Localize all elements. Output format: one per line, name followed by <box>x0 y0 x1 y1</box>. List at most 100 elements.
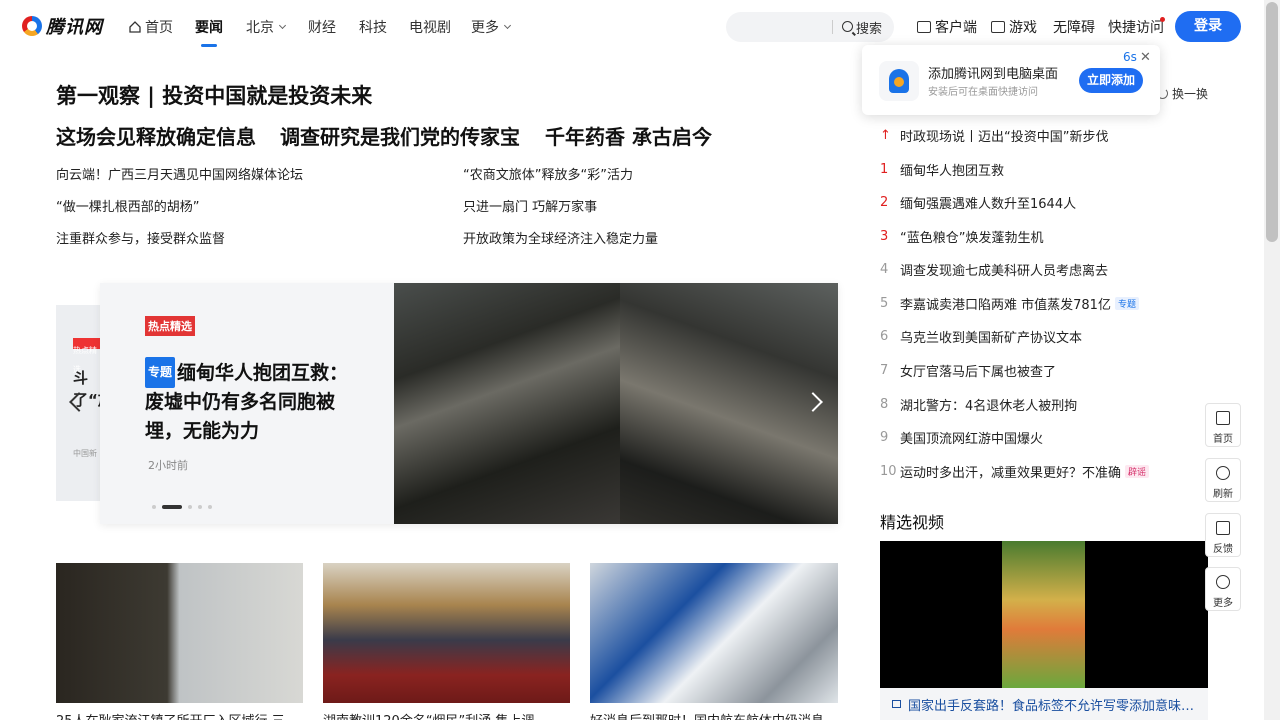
hot-list-item[interactable]: ↑ 时政现场说丨迈出“投资中国”新步伐 <box>880 126 1108 145</box>
hot-title: 缅甸华人抱团互救 <box>900 164 1005 179</box>
feedback-icon <box>1216 521 1230 535</box>
hot-title: 乌克兰收到美国新矿产协议文本 <box>900 331 1083 346</box>
news-thumbnail[interactable] <box>590 563 838 703</box>
hot-list-item[interactable]: 5 李嘉诚卖港口陷两难 市值蒸发781亿 专题 <box>880 294 1139 313</box>
client-label: 客户端 <box>935 20 977 36</box>
slide-tag: 热点精选 <box>73 338 103 374</box>
side-tool-refresh[interactable]: 刷新 <box>1205 458 1241 502</box>
nav-news[interactable]: 要闻 <box>195 17 223 47</box>
news-link[interactable]: 注重群众参与，接受群众监督 <box>56 228 225 247</box>
search-icon[interactable] <box>842 21 853 32</box>
thumbnail-caption[interactable]: 25人在耿家流江镇了所开厂入区域行 三 <box>56 712 303 720</box>
news-link[interactable]: 开放政策为全球经济注入稳定力量 <box>463 228 658 247</box>
video-caption[interactable]: 国家出手反套路！食品标签不允许写零添加意味… <box>880 688 1208 720</box>
quick-access-label: 快捷访问 <box>1108 20 1164 36</box>
hot-rank: 2 <box>880 195 889 210</box>
nav-news-label: 要闻 <box>195 20 223 36</box>
add-to-desktop-popup: 添加腾讯网到电脑桌面 安装后可在桌面快捷访问 立即添加 6s ✕ <box>862 45 1160 115</box>
slide-meta: 中国新 <box>73 449 97 458</box>
hot-list-item[interactable]: 6 乌克兰收到美国新矿产协议文本 <box>880 327 1082 346</box>
accessibility-label: 无障碍 <box>1053 20 1095 36</box>
home-icon <box>1216 411 1230 425</box>
nav-finance[interactable]: 财经 <box>308 17 336 37</box>
nav-tech-label: 科技 <box>359 20 387 36</box>
hot-list-item[interactable]: 2 缅甸强震遇难人数升至1644人 <box>880 193 1076 212</box>
chevron-down-icon <box>278 21 287 30</box>
logo-text: 腾讯网 <box>46 17 103 38</box>
accessibility-link[interactable]: 无障碍 <box>1053 17 1095 37</box>
pager-dot[interactable] <box>208 505 212 509</box>
side-tool-label: 首页 <box>1213 434 1233 445</box>
main-headline[interactable]: 第一观察 | 投资中国就是投资未来 <box>56 80 372 110</box>
thumbnail-caption[interactable]: 好消息后到那时！国内航东航体中级消息 <box>590 712 838 720</box>
add-now-button[interactable]: 立即添加 <box>1079 68 1143 93</box>
quick-access-link[interactable]: 快捷访问 <box>1108 17 1164 37</box>
close-icon[interactable]: ✕ <box>1140 50 1151 65</box>
carousel-active-slide[interactable]: 热点精选 专题 缅甸华人抱团互救：废墟中仍有多名同胞被埋，无能为力 2小时前 <box>100 283 838 524</box>
slide-tag: 热点精选 <box>145 316 195 336</box>
pager-dot[interactable] <box>188 505 192 509</box>
hot-list-item[interactable]: 7 女厅官落马后下属也被查了 <box>880 361 1056 380</box>
secondary-headline-1[interactable]: 这场会见释放确定信息 <box>56 121 256 150</box>
hot-rank: 8 <box>880 397 889 412</box>
hot-list-item[interactable]: 10 运动时多出汗，减重效果更好？不准确 辟谣 <box>880 462 1150 481</box>
side-tool-home[interactable]: 首页 <box>1205 403 1241 447</box>
secondary-headline-3[interactable]: 千年药香 承古启今 <box>545 121 712 150</box>
pager-dot[interactable] <box>152 505 156 509</box>
hot-title: “蓝色粮仓”焕发蓬勃生机 <box>900 231 1044 246</box>
hot-list-item[interactable]: 4 调查发现逾七成美科研人员考虑离去 <box>880 260 1108 279</box>
hot-list-item[interactable]: 1 缅甸华人抱团互救 <box>880 160 1004 179</box>
side-tool-more[interactable]: 更多 <box>1205 567 1241 611</box>
hot-list-item[interactable]: 9 美国顶流网红游中国爆火 <box>880 428 1043 447</box>
nav-beijing[interactable]: 北京 <box>246 17 287 37</box>
hot-badge: 专题 <box>1114 297 1139 310</box>
hot-title: 美国顶流网红游中国爆火 <box>900 432 1044 447</box>
refresh-label: 换一换 <box>1172 87 1209 101</box>
search-divider <box>832 20 833 34</box>
hot-rank: 4 <box>880 262 889 277</box>
hot-list-item[interactable]: 3 “蓝色粮仓”焕发蓬勃生机 <box>880 227 1043 246</box>
app-icon <box>879 61 919 101</box>
search-input[interactable] <box>738 18 828 32</box>
news-link[interactable]: 只进一扇门 巧解万家事 <box>463 196 597 215</box>
scrollbar-thumb[interactable] <box>1266 2 1278 242</box>
news-link[interactable]: 向云端！广西三月天遇见中国网络媒体论坛 <box>56 164 303 183</box>
logo-icon <box>22 16 42 36</box>
nav-more-label: 更多 <box>471 20 499 36</box>
hot-rank: 10 <box>880 464 897 479</box>
games-link[interactable]: 游戏 <box>991 17 1037 37</box>
hot-list-item[interactable]: 8 湖北警方：4名退休老人被刑拘 <box>880 395 1077 414</box>
nav-tv[interactable]: 电视剧 <box>409 17 451 37</box>
featured-carousel: 热点精选 斗了“放 中国新 热点精选 专题 缅甸华人抱团互救：废墟中仍有多名同胞被… <box>56 283 838 524</box>
client-link[interactable]: 客户端 <box>917 17 977 37</box>
news-thumbnail[interactable] <box>56 563 303 703</box>
slide-photo <box>394 283 620 524</box>
side-tool-label: 反馈 <box>1213 544 1233 555</box>
hot-title: 运动时多出汗，减重效果更好？不准确 <box>900 466 1122 481</box>
login-button[interactable]: 登录 <box>1175 11 1241 42</box>
news-link[interactable]: “做一棵扎根西部的胡杨” <box>56 196 199 215</box>
nav-home[interactable]: 首页 <box>128 17 173 37</box>
search-box: 搜索 <box>726 12 894 42</box>
logo[interactable]: 腾讯网 <box>22 13 103 39</box>
news-link[interactable]: “农商文旅体”释放多“彩”活力 <box>463 164 633 183</box>
pager-dot[interactable] <box>198 505 202 509</box>
news-thumbnail[interactable] <box>323 563 570 703</box>
video-icon <box>892 700 901 708</box>
nav-more[interactable]: 更多 <box>471 17 512 37</box>
search-button[interactable]: 搜索 <box>856 18 882 37</box>
secondary-headline-2[interactable]: 调查研究是我们党的传家宝 <box>280 121 520 150</box>
side-tool-label: 更多 <box>1213 598 1233 609</box>
hot-title: 李嘉诚卖港口陷两难 市值蒸发781亿 <box>900 298 1111 313</box>
pager-dot-active[interactable] <box>162 505 182 509</box>
popup-title: 添加腾讯网到电脑桌面 <box>928 67 1059 82</box>
nav-tech[interactable]: 科技 <box>359 17 387 37</box>
gamepad-icon <box>991 21 1005 33</box>
topic-badge: 专题 <box>145 357 176 388</box>
featured-video[interactable] <box>880 541 1208 688</box>
nav-beijing-label: 北京 <box>246 20 274 36</box>
thumbnail-caption[interactable]: 湖南教训120余名“烟民”刮涌 集上调 <box>323 712 570 720</box>
side-tool-feedback[interactable]: 反馈 <box>1205 513 1241 557</box>
hot-title: 湖北警方：4名退休老人被刑拘 <box>900 399 1078 414</box>
refresh-hot-list[interactable]: 换一换 <box>1157 85 1208 102</box>
